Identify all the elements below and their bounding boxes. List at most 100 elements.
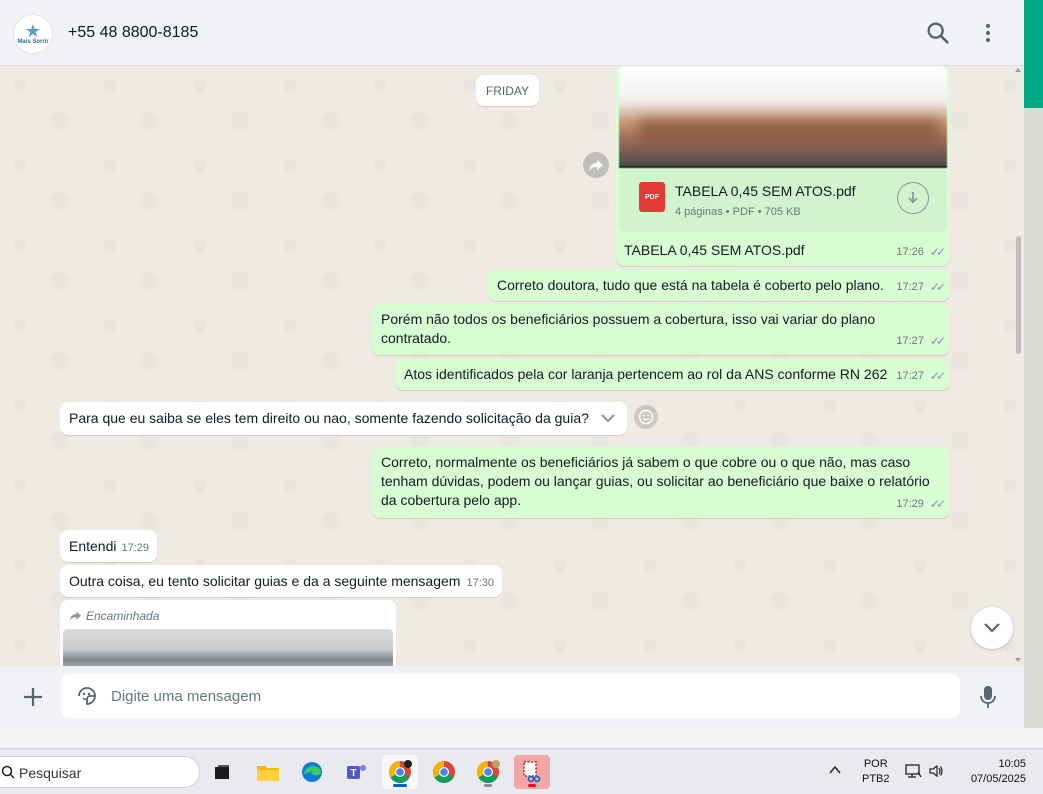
message-meta: 17:29 ✓✓ [896,495,946,514]
chrome-button[interactable] [426,755,462,789]
edge-icon [302,762,322,782]
chevron-down-icon[interactable] [600,412,616,424]
teams-icon: T [347,765,366,779]
message-time: 17:27 [896,281,924,293]
pdf-file-card[interactable]: PDF TABELA 0,45 SEM ATOS.pdf 4 páginas •… [619,170,947,232]
plus-icon [24,688,42,706]
message-time: 17:29 [896,498,924,510]
voice-message-button[interactable] [976,683,1000,711]
folder-icon [257,766,279,781]
date-chip: FRIDAY [476,75,539,106]
chrome-icon [389,760,412,783]
pdf-message-bubble[interactable]: PDF TABELA 0,45 SEM ATOS.pdf 4 páginas •… [616,66,950,266]
scroll-to-bottom-button[interactable] [971,607,1013,649]
message-text: Para que eu saiba se eles tem direito ou… [69,410,589,426]
download-button[interactable] [897,182,929,214]
teams-button[interactable]: T [338,755,374,789]
sticker-button[interactable] [75,684,99,708]
read-ticks-icon: ✓✓ [929,369,946,383]
message-text: Atos identificados pela cor laranja pert… [404,366,888,382]
message-bubble[interactable]: Correto, normalmente os beneficiários já… [372,447,950,518]
contact-name[interactable]: +55 48 8800-8185 [68,24,198,42]
message-bubble[interactable]: Atos identificados pela cor laranja pert… [395,359,950,390]
pdf-file-icon: PDF [639,182,665,212]
chat-header: ★ Mais Sorrir +55 48 8800-8185 [0,0,1024,66]
message-bubble-incoming[interactable]: Para que eu saiba se eles tem direito ou… [60,402,627,435]
scrollbar-thumb[interactable] [1016,236,1021,354]
read-ticks-icon: ✓✓ [929,245,946,259]
pdf-file-info: 4 páginas • PDF • 705 KB [675,206,801,218]
chrome-button-active[interactable] [382,755,418,789]
scroll-down-arrow-icon[interactable] [1015,658,1021,662]
taskbar-search-text: Pesquisar [19,765,82,781]
system-tray[interactable] [904,763,944,779]
task-view-button[interactable] [204,755,240,789]
desktop-gap [0,728,1043,748]
avatar-brand-text: Mais Sorrir [17,39,49,45]
message-bubble[interactable]: Correto doutora, tudo que está na tabela… [488,269,950,301]
taskbar-clock[interactable]: 10:05 07/05/2025 [962,757,1026,787]
network-icon[interactable] [904,763,922,779]
forwarded-label: Encaminhada [69,607,159,626]
message-text: Porém não todos os beneficiários possuem… [381,311,876,346]
message-text: Correto doutora, tudo que está na tabela… [497,277,884,293]
message-time: 17:26 [896,246,924,258]
composer-bar [0,666,1024,728]
snipping-tool-icon [523,761,541,783]
message-time: 17:29 [121,542,149,554]
keyboard-layout: PTB2 [862,773,890,785]
message-time: 17:27 [896,370,924,382]
message-time: 17:27 [896,335,924,347]
taskbar-search[interactable]: Pesquisar [0,756,200,788]
sticker-icon [78,687,96,705]
scrollbar-track[interactable] [1012,66,1024,666]
search-button[interactable] [924,19,952,47]
message-time: 17:30 [466,577,494,589]
message-bubble-incoming[interactable]: Entendi 17:29 [60,530,157,562]
message-bubble-incoming[interactable]: Outra coisa, eu tento solicitar guias e … [60,565,502,597]
chevron-down-icon [984,623,1000,633]
forwarded-text: Encaminhada [86,609,160,623]
search-icon [1,765,15,779]
forward-button[interactable] [583,152,609,178]
message-text: Entendi [69,538,117,554]
menu-button[interactable] [978,19,998,47]
snipping-tool-button[interactable] [514,755,550,789]
clock-date: 07/05/2025 [970,773,1026,785]
read-ticks-icon: ✓✓ [929,334,946,348]
pdf-preview-thumbnail[interactable] [619,66,947,168]
read-ticks-icon: ✓✓ [929,497,946,511]
scroll-up-arrow-icon[interactable] [1015,68,1021,72]
kebab-menu-icon [986,24,990,42]
forwarded-image-thumbnail[interactable] [63,629,393,666]
windows-taskbar: Pesquisar T POR PTB2 10:05 07/05/2025 [0,748,1043,794]
message-input-box[interactable] [61,674,960,718]
message-meta: 17:27 ✓✓ [896,278,946,297]
microphone-icon [980,686,996,708]
chrome-icon [477,760,500,783]
message-meta: 17:29 [121,539,149,558]
message-meta: 17:27 ✓✓ [896,332,946,351]
read-ticks-icon: ✓✓ [929,280,946,294]
file-explorer-button[interactable] [250,755,286,789]
forward-arrow-icon [589,160,603,171]
message-text: Outra coisa, eu tento solicitar guias e … [69,573,461,589]
message-bubble[interactable]: Porém não todos os beneficiários possuem… [372,304,950,355]
message-meta: 17:26 ✓✓ [896,243,946,262]
input-language-indicator[interactable]: POR PTB2 [862,757,890,787]
tooth-logo-icon: ★ [24,21,42,41]
react-button[interactable] [634,405,658,429]
chevron-up-icon[interactable] [828,763,842,777]
message-meta: 17:27 ✓✓ [896,367,946,386]
message-input[interactable] [111,674,931,718]
whatsapp-window: ★ Mais Sorrir +55 48 8800-8185 FRIDAY PD… [0,0,1024,728]
edge-button[interactable] [294,755,330,789]
chrome-profile-button[interactable] [470,755,506,789]
avatar[interactable]: ★ Mais Sorrir [13,14,53,54]
volume-icon[interactable] [928,763,944,779]
svg-text:T: T [351,768,357,779]
message-list[interactable]: FRIDAY PDF TABELA 0,45 SEM ATOS.pdf 4 pá… [0,66,1024,666]
attach-button[interactable] [20,684,46,710]
forwarded-image-bubble[interactable]: Encaminhada [60,600,396,666]
clock-time: 10:05 [998,758,1026,770]
